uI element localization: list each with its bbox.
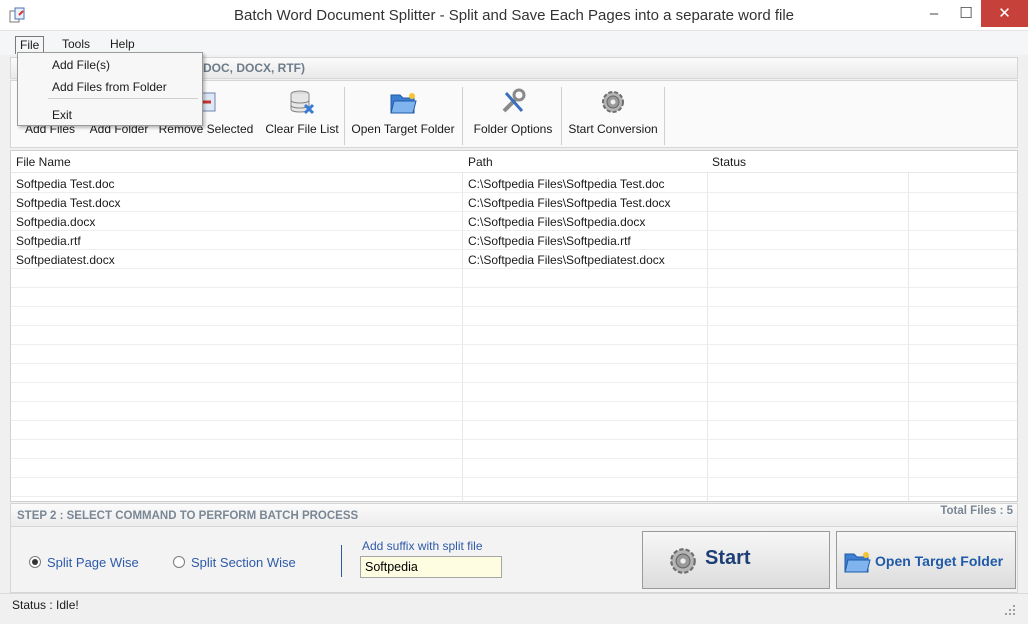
- open-target-folder-button[interactable]: Open Target Folder: [836, 531, 1016, 589]
- radio-dot: [173, 556, 185, 568]
- split-page-wise-radio[interactable]: Split Page Wise: [29, 555, 139, 570]
- start-button[interactable]: Start: [642, 531, 830, 589]
- open-folder-icon: [390, 93, 417, 114]
- table-header: File Name Path Status: [11, 151, 1017, 173]
- database-clear-icon: [290, 90, 315, 115]
- gear-icon: [602, 91, 624, 113]
- close-button[interactable]: ✕: [981, 0, 1028, 27]
- open-target-folder-toolbar-label: Open Target Folder: [351, 122, 455, 136]
- split-section-wise-label: Split Section Wise: [191, 555, 296, 570]
- table-row[interactable]: Softpedia.rtf C:\Softpedia Files\Softpedi…: [11, 231, 1017, 250]
- column-header-file-name[interactable]: File Name: [16, 155, 71, 169]
- step2-label: STEP 2 : SELECT COMMAND TO PERFORM BATCH…: [17, 510, 359, 522]
- options-separator: [341, 545, 342, 577]
- minimize-button[interactable]: –: [918, 0, 950, 27]
- status-bar: Status : Idle!: [0, 593, 1028, 624]
- cell-path: C:\Softpedia Files\Softpedia.rtf: [468, 234, 631, 248]
- cell-path: C:\Softpedia Files\Softpedia Test.docx: [468, 196, 671, 210]
- radio-dot-selected: [29, 556, 41, 568]
- window-title: Batch Word Document Splitter - Split and…: [233, 7, 795, 24]
- open-folder-icon: [844, 552, 871, 573]
- cell-file-name: Softpediatest.docx: [16, 253, 115, 267]
- toolbar-separator: [344, 87, 345, 145]
- menu-item-add-files[interactable]: Add File(s): [52, 58, 110, 72]
- cell-path: C:\Softpedia Files\Softpedia.docx: [468, 215, 646, 229]
- resize-grip-icon[interactable]: [1004, 604, 1016, 616]
- title-bar: Batch Word Document Splitter - Split and…: [0, 0, 1028, 31]
- options-panel: Split Page Wise Split Section Wise Add s…: [10, 527, 1018, 593]
- start-conversion-label: Start Conversion: [568, 122, 658, 136]
- empty-table-row: [11, 269, 1017, 288]
- column-header-path[interactable]: Path: [468, 155, 493, 169]
- start-label: Start: [705, 547, 751, 569]
- suffix-input[interactable]: [360, 556, 502, 578]
- empty-table-row: [11, 326, 1017, 345]
- empty-table-row: [11, 364, 1017, 383]
- empty-table-row: [11, 383, 1017, 402]
- cell-file-name: Softpedia.docx: [16, 215, 96, 229]
- toolbar-separator: [561, 87, 562, 145]
- cell-file-name: Softpedia.rtf: [16, 234, 81, 248]
- menu-item-add-files-from-folder[interactable]: Add Files from Folder: [52, 80, 167, 94]
- folder-options-button[interactable]: Folder Options: [466, 83, 560, 145]
- start-conversion-button[interactable]: Start Conversion: [565, 83, 661, 145]
- empty-table-row: [11, 421, 1017, 440]
- toolbar-separator: [462, 87, 463, 145]
- cell-path: C:\Softpedia Files\Softpediatest.docx: [468, 253, 665, 267]
- empty-table-row: [11, 402, 1017, 421]
- clear-file-list-button[interactable]: Clear File List: [262, 83, 342, 145]
- column-header-status[interactable]: Status: [712, 155, 746, 169]
- suffix-label: Add suffix with split file: [362, 539, 483, 553]
- step2-header: STEP 2 : SELECT COMMAND TO PERFORM BATCH…: [10, 503, 1018, 527]
- open-target-folder-label: Open Target Folder: [875, 553, 1004, 569]
- file-menu-dropdown: Add File(s) Add Files from Folder Exit: [17, 52, 203, 126]
- cell-file-name: Softpedia Test.doc: [16, 177, 115, 191]
- tools-icon: [502, 88, 526, 113]
- menu-separator: [48, 98, 198, 99]
- empty-table-row: [11, 345, 1017, 364]
- maximize-button[interactable]: ☐: [950, 0, 982, 27]
- empty-table-row: [11, 288, 1017, 307]
- empty-table-row: [11, 440, 1017, 459]
- open-target-folder-toolbar-button[interactable]: Open Target Folder: [348, 83, 458, 145]
- gear-icon: [670, 548, 696, 574]
- total-files-label: Total Files : 5: [940, 505, 1013, 517]
- table-row[interactable]: Softpedia Test.doc C:\Softpedia Files\Sof…: [11, 174, 1017, 193]
- table-row[interactable]: Softpedia Test.docx C:\Softpedia Files\So…: [11, 193, 1017, 212]
- status-text: Status : Idle!: [12, 598, 79, 612]
- split-page-wise-label: Split Page Wise: [47, 555, 139, 570]
- toolbar-separator: [664, 87, 665, 145]
- file-list-table[interactable]: File Name Path Status Softpedia Test.doc…: [10, 150, 1018, 502]
- cell-file-name: Softpedia Test.docx: [16, 196, 121, 210]
- empty-table-row: [11, 459, 1017, 478]
- empty-table-row: [11, 307, 1017, 326]
- table-row[interactable]: Softpedia.docx C:\Softpedia Files\Softped…: [11, 212, 1017, 231]
- cell-path: C:\Softpedia Files\Softpedia Test.doc: [468, 177, 665, 191]
- clear-file-list-label: Clear File List: [265, 122, 339, 136]
- step1-label: DOC, DOCX, RTF): [203, 61, 305, 75]
- menu-item-exit[interactable]: Exit: [52, 108, 72, 122]
- empty-table-row: [11, 478, 1017, 497]
- folder-options-label: Folder Options: [473, 122, 553, 136]
- split-section-wise-radio[interactable]: Split Section Wise: [173, 555, 296, 570]
- table-row[interactable]: Softpediatest.docx C:\Softpedia Files\Sof…: [11, 250, 1017, 269]
